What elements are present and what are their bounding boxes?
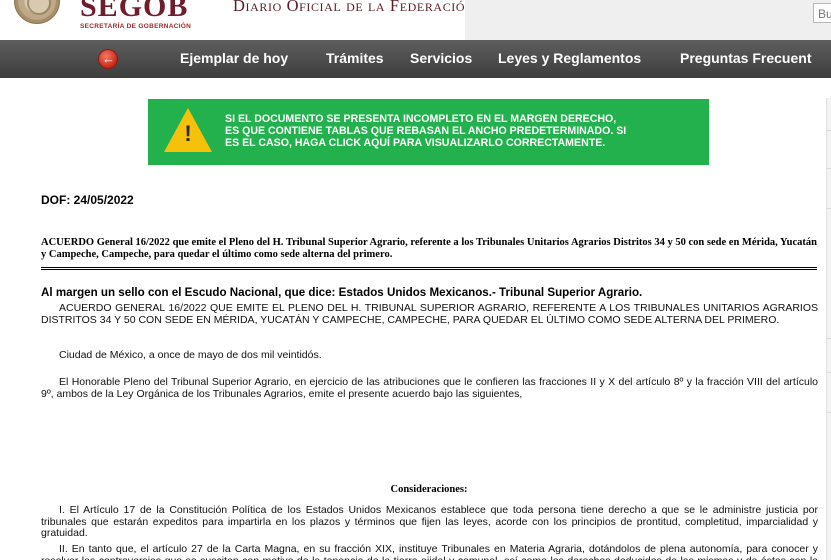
segob-logo-subtitle: SECRETARÍA DE GOBERNACIÓN [80, 23, 192, 30]
site-header: SEGOB SECRETARÍA DE GOBERNACIÓN Diario O… [0, 0, 831, 40]
margin-note: Al margen un sello con el Escudo Naciona… [41, 286, 643, 299]
side-divider [826, 338, 831, 339]
side-divider [826, 412, 831, 413]
caps-paragraph: ACUERDO GENERAL 16/2022 QUE EMITE EL PLE… [41, 302, 818, 326]
side-divider [826, 130, 831, 131]
place-date-paragraph: Ciudad de México, a once de mayo de dos … [59, 349, 322, 361]
nav-item-preguntas-frecuentes[interactable]: Preguntas Frecuent [680, 50, 811, 66]
side-divider [826, 372, 831, 373]
warning-line: ES QUE CONTIENE TABLAS QUE REBASAN EL AN… [225, 125, 627, 138]
nav-item-leyes-y-reglamentos[interactable]: Leyes y Reglamentos [498, 50, 641, 66]
exclamation-icon: ! [184, 121, 192, 146]
nav-item-servicios[interactable]: Servicios [410, 50, 472, 66]
dof-date: DOF: 24/05/2022 [41, 193, 134, 207]
national-seal-icon[interactable] [14, 0, 60, 24]
considerations-heading: Consideraciones: [390, 484, 468, 495]
intro-paragraph: El Honorable Pleno del Tribunal Superior… [41, 376, 818, 400]
warning-line: SI EL DOCUMENTO SE PRESENTA INCOMPLETO E… [225, 113, 617, 125]
header-banner [465, 0, 831, 40]
document-title: ACUERDO General 16/2022 que emite el Ple… [41, 237, 817, 260]
main-nav: ← Ejemplar de hoy Trámites Servicios Ley… [0, 40, 831, 78]
segob-logo[interactable]: SEGOB [80, 0, 188, 22]
warning-text[interactable]: SI EL DOCUMENTO SE PRESENTA INCOMPLETO E… [225, 113, 715, 150]
back-arrow-icon[interactable]: ← [98, 49, 118, 69]
consideration-paragraph: II. En tanto que, el artículo 27 de la C… [41, 543, 818, 560]
title-divider [41, 269, 817, 270]
incomplete-document-warning[interactable]: ! SI EL DOCUMENTO SE PRESENTA INCOMPLETO… [148, 99, 709, 165]
warning-line: ES EL CASO, HAGA CLICK AQUÍ PARA VISUALI… [225, 137, 606, 150]
site-title[interactable]: Diario Oficial de la Federación [233, 0, 474, 16]
nav-item-tramites[interactable]: Trámites [326, 50, 384, 66]
nav-item-ejemplar-de-hoy[interactable]: Ejemplar de hoy [180, 50, 288, 66]
side-divider [826, 208, 831, 209]
side-divider [826, 168, 831, 169]
consideration-paragraph: I. El Artículo 17 de la Constitución Pol… [41, 504, 818, 540]
title-divider [41, 267, 817, 268]
search-input[interactable]: Bu [813, 3, 831, 23]
